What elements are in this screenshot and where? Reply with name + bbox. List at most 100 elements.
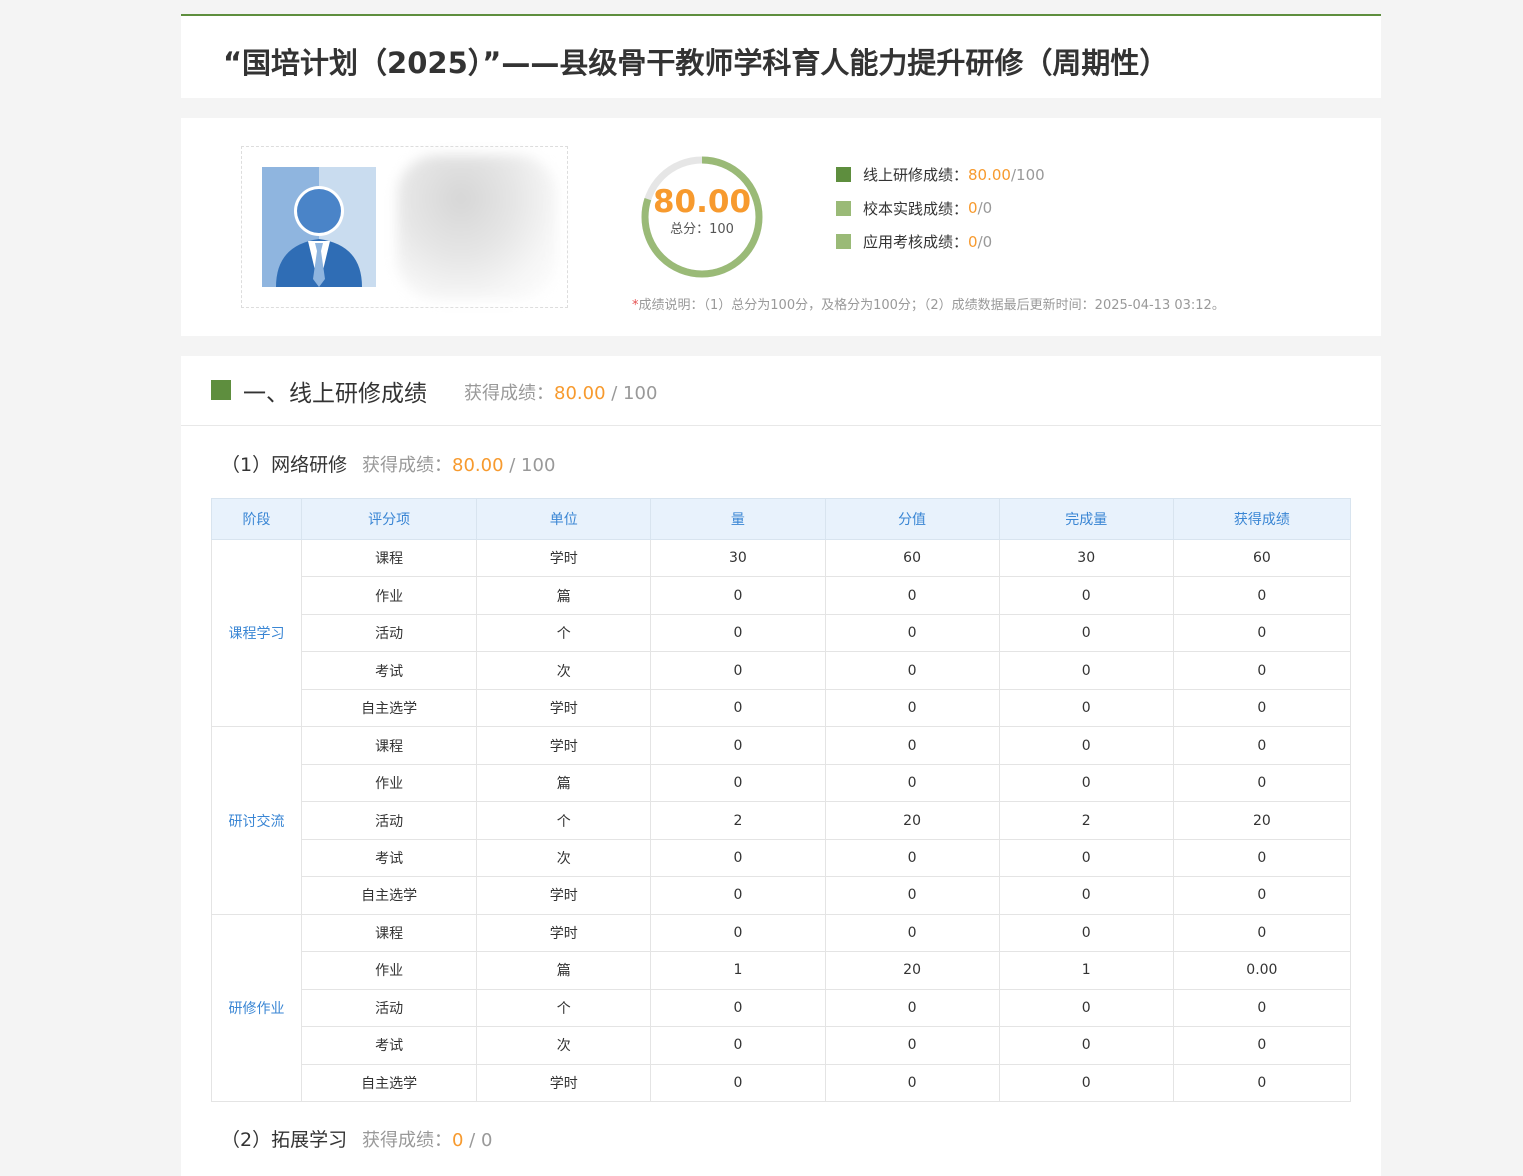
legend-square-icon	[836, 200, 851, 216]
table-cell: 0	[998, 1026, 1174, 1065]
subsection-score-extended: 获得成绩：0 / 0	[362, 1130, 493, 1151]
table-cell: 2	[650, 801, 826, 840]
section-marker-icon	[211, 380, 231, 400]
stage-cell: 课程学习	[210, 538, 303, 728]
stage-cell: 研修作业	[210, 913, 303, 1103]
table-row: 活动个 0 0 0 0	[212, 988, 1352, 1028]
table-cell: 0	[998, 651, 1174, 690]
table-cell: 0	[998, 688, 1174, 728]
table-cell: 0	[1172, 838, 1352, 878]
table-cell: 考试	[301, 838, 478, 878]
table-cell: 30	[650, 538, 826, 578]
table-cell: 作业	[301, 951, 478, 990]
table-row: 作业篇 0 0 0 0	[212, 576, 1352, 615]
table-cell: 次	[476, 838, 652, 878]
table-cell: 作业	[301, 576, 478, 615]
blurred-user-name	[397, 155, 557, 300]
table-cell: 学时	[476, 538, 652, 578]
table-cell: 20	[1172, 801, 1352, 840]
table-cell: 课程	[301, 726, 478, 765]
table-row: 自主选学 学时 0 0 0 0	[212, 1063, 1352, 1103]
score-note: *成绩说明：（1）总分为100分，及格分为100分；（2）成绩数据最后更新时间：…	[632, 298, 1225, 313]
table-row: 作业篇 0 0 0 0	[212, 763, 1352, 803]
table-cell: 0	[998, 763, 1174, 803]
table-cell: 次	[476, 1026, 652, 1065]
table-cell: 20	[824, 801, 1000, 840]
table-cell: 1	[650, 951, 826, 990]
table-cell: 篇	[476, 951, 652, 990]
table-row: 活动个 0 0 0 0	[212, 613, 1352, 653]
total-max: 总分：100	[670, 222, 734, 237]
table-header-cell: 评分项	[301, 498, 478, 540]
table-cell: 0	[824, 688, 1000, 728]
table-cell: 自主选学	[301, 876, 478, 915]
table-header-cell: 量	[650, 498, 826, 540]
table-cell: 0	[650, 651, 826, 690]
legend-item: 线上研修成绩： 80.00 / 100	[836, 158, 1045, 192]
online-score-card: 一、线上研修成绩 获得成绩：80.00 / 100 （1）网络研修 获得成绩：8…	[181, 356, 1381, 1176]
title-card: “国培计划（2025）”——县级骨干教师学科育人能力提升研修（周期性）	[181, 14, 1381, 98]
table-cell: 0	[998, 613, 1174, 653]
total-score: 80.00	[652, 184, 752, 220]
table-header-cell: 完成量	[998, 498, 1174, 540]
profile-box	[241, 146, 568, 308]
table-cell: 0	[824, 1026, 1000, 1065]
table-row: 自主选学 学时 0 0 0 0	[212, 876, 1352, 915]
table-row: 作业篇 1 20 1 0.00	[212, 951, 1352, 990]
table-cell: 篇	[476, 763, 652, 803]
summary-card: 80.00 总分：100 线上研修成绩： 80.00 / 100 校本实践成绩： 0 …	[181, 118, 1381, 336]
table-cell: 0.00	[1172, 951, 1352, 990]
table-cell: 0	[650, 688, 826, 728]
table-cell: 0	[1172, 576, 1352, 615]
table-row: 考试次 0 0 0 0	[212, 838, 1352, 878]
table-cell: 0	[824, 763, 1000, 803]
table-cell: 0	[650, 988, 826, 1028]
table-cell: 课程	[301, 913, 478, 953]
table-cell: 0	[824, 1063, 1000, 1103]
table-cell: 次	[476, 651, 652, 690]
table-cell: 1	[998, 951, 1174, 990]
stage-cell: 研讨交流	[210, 726, 303, 915]
table-cell: 20	[824, 951, 1000, 990]
legend-square-icon	[836, 234, 851, 250]
table-row: 考试次 0 0 0 0	[212, 1026, 1352, 1065]
table-row: 自主选学 学时 0 0 0 0	[212, 688, 1352, 728]
table-cell: 篇	[476, 576, 652, 615]
table-cell: 活动	[301, 613, 478, 653]
subsection-score-network: 获得成绩：80.00 / 100	[362, 455, 556, 476]
table-cell: 0	[824, 913, 1000, 953]
table-cell: 0	[998, 876, 1174, 915]
table-cell: 活动	[301, 988, 478, 1028]
table-cell: 0	[1172, 688, 1352, 728]
table-cell: 0	[824, 876, 1000, 915]
table-cell: 0	[650, 876, 826, 915]
legend-square-icon	[836, 167, 851, 183]
table-cell: 0	[1172, 913, 1352, 953]
table-cell: 考试	[301, 651, 478, 690]
table-cell: 自主选学	[301, 688, 478, 728]
table-cell: 0	[650, 726, 826, 765]
table-cell: 0	[998, 838, 1174, 878]
legend-item: 校本实践成绩： 0 / 0	[836, 192, 1045, 226]
table-cell: 0	[1172, 651, 1352, 690]
table-cell: 0	[824, 576, 1000, 615]
table-cell: 考试	[301, 1026, 478, 1065]
section-score: 获得成绩：80.00 / 100	[464, 383, 658, 404]
table-cell: 0	[650, 576, 826, 615]
table-row: 课程学习 课程 学时 30 60 30 60	[210, 538, 1352, 728]
table-cell: 0	[998, 576, 1174, 615]
table-cell: 课程	[301, 538, 478, 578]
legend-item: 应用考核成绩： 0 / 0	[836, 225, 1045, 259]
table-cell: 2	[998, 801, 1174, 840]
table-cell: 个	[476, 988, 652, 1028]
table-cell: 学时	[476, 1063, 652, 1103]
table-cell: 0	[1172, 1026, 1352, 1065]
table-cell: 学时	[476, 913, 652, 953]
table-cell: 0	[1172, 613, 1352, 653]
table-cell: 0	[650, 838, 826, 878]
table-cell: 0	[1172, 1063, 1352, 1103]
score-legend: 线上研修成绩： 80.00 / 100 校本实践成绩： 0 / 0 应用考核成绩： 0 /…	[836, 158, 1045, 259]
section-header: 一、线上研修成绩 获得成绩：80.00 / 100	[181, 356, 1381, 426]
table-row: 活动个 2 20 2 20	[212, 801, 1352, 840]
table-cell: 0	[824, 988, 1000, 1028]
